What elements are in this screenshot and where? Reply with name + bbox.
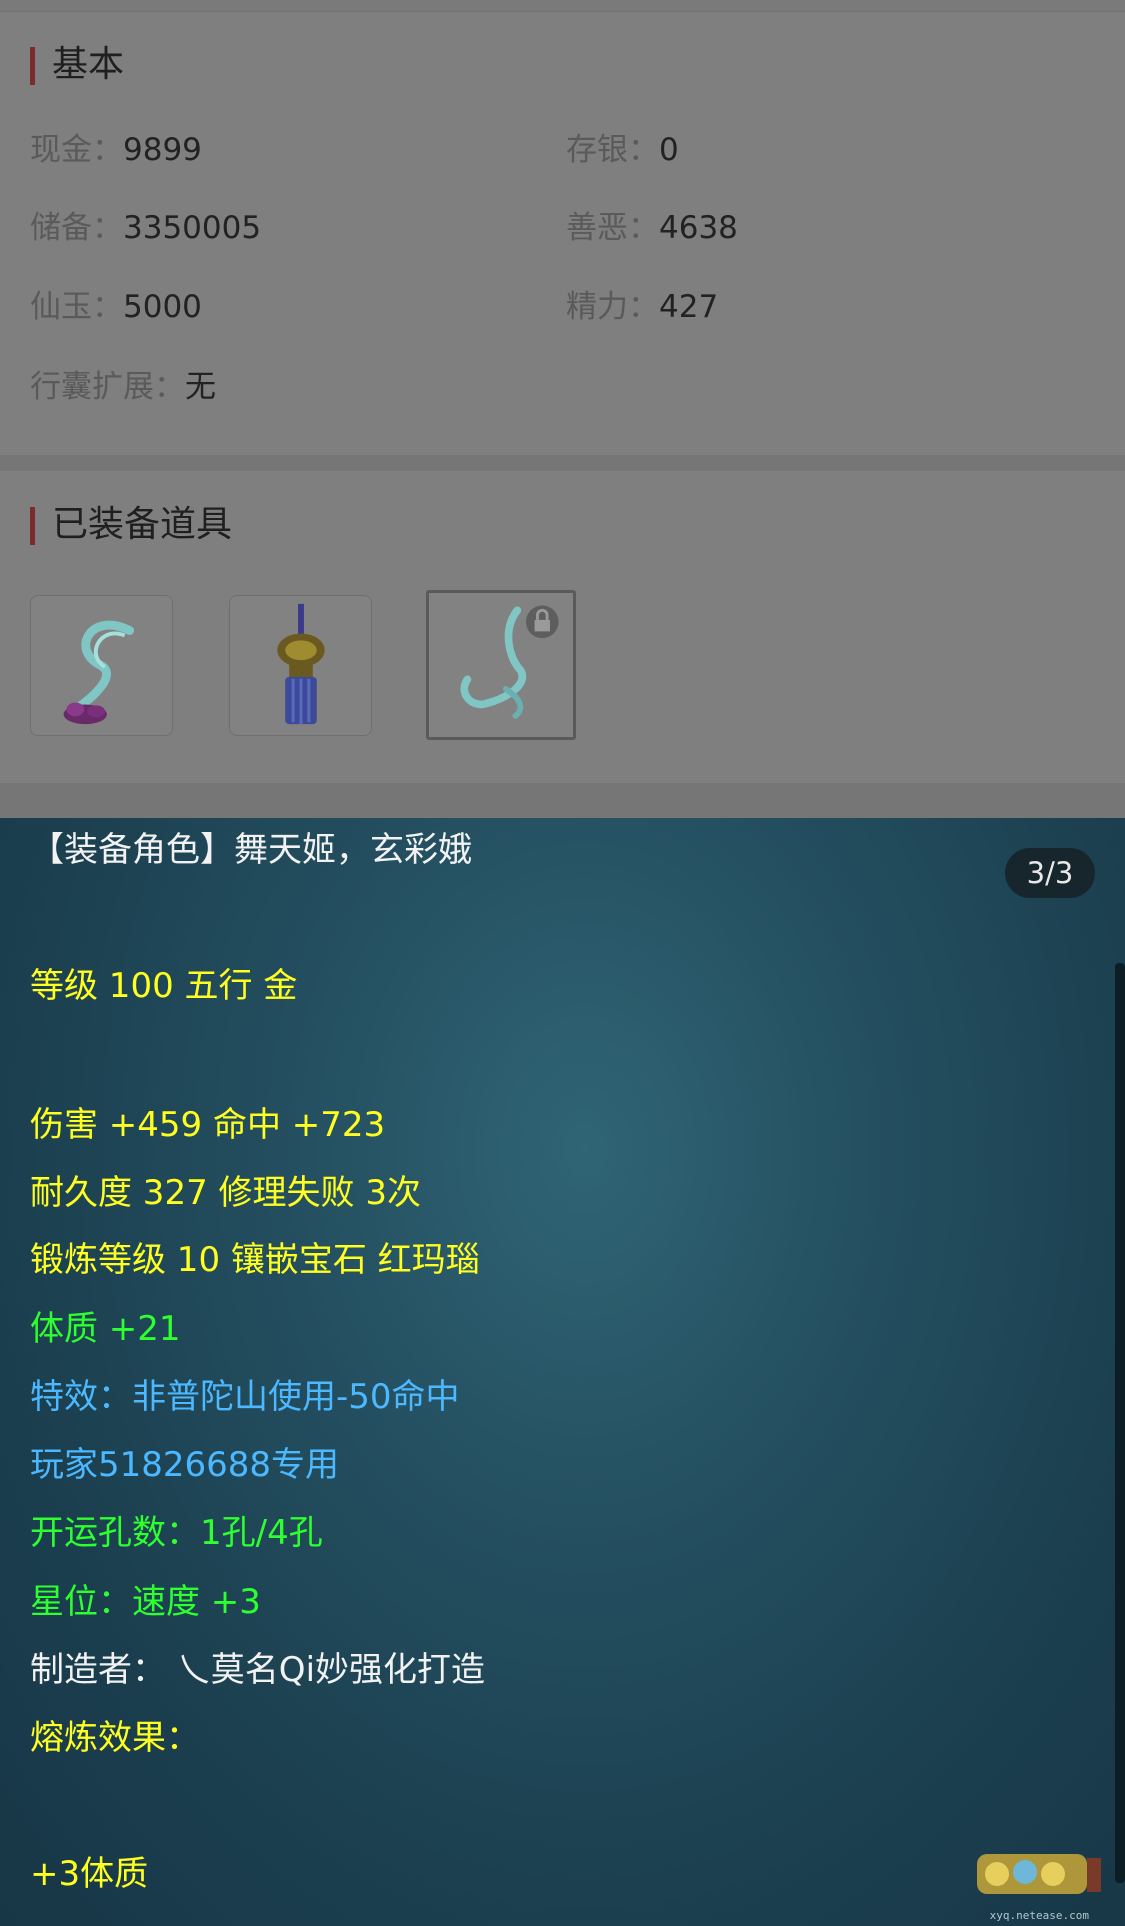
blue-tassel-gold-knot-icon: [277, 603, 325, 725]
level-element-line: 等级 100 五行 金: [30, 966, 298, 1006]
damage-hit-line: 伤害 +459 命中 +723: [30, 1105, 386, 1145]
reserve-field: 储备：3350005: [30, 210, 261, 246]
lucky-slots-line: 开运孔数：1孔/4孔: [30, 1513, 323, 1553]
reserve-label: 储备：: [30, 210, 123, 246]
karma-field: 善恶：4638: [566, 210, 738, 246]
energy-value: 427: [659, 289, 719, 325]
energy-field: 精力：427: [566, 289, 718, 325]
karma-value: 4638: [659, 210, 738, 246]
constitution-line: 体质 +21: [30, 1309, 181, 1349]
section-title-equipped: 已装备道具: [30, 505, 232, 545]
energy-label: 精力：: [566, 289, 659, 325]
maker-line: 制造者： 乀莫名Qi妙强化打造: [30, 1650, 486, 1690]
special-effect-line: 特效：非普陀山使用-50命中: [30, 1377, 460, 1417]
cyan-ribbon-locked-icon: [460, 605, 559, 719]
forum-logo-icon: [977, 1854, 1101, 1894]
forge-gem-line: 锻炼等级 10 镶嵌宝石 红玛瑙: [30, 1240, 480, 1280]
equipped-item-2[interactable]: [229, 595, 372, 736]
cash-label: 现金：: [30, 132, 123, 168]
section-title-basic: 基本: [30, 45, 124, 85]
cash-value: 9899: [123, 132, 202, 168]
player-exclusive-line: 玩家51826688专用: [30, 1445, 340, 1485]
equip-role-line: 【装备角色】舞天姬，玄彩娥: [30, 830, 472, 870]
cash-field: 现金：9899: [30, 132, 202, 168]
bag-expand-field: 行囊扩展：无: [30, 369, 216, 405]
star-position-line: 星位：速度 +3: [30, 1582, 261, 1622]
reserve-value: 3350005: [123, 210, 262, 246]
background-page: 基本 现金：9899 存银：0 储备：3350005 善恶：4638 仙玉：50…: [0, 0, 1125, 818]
jade-value: 5000: [123, 289, 202, 325]
scrollbar[interactable]: [1115, 963, 1125, 1883]
equipped-item-1[interactable]: [30, 595, 173, 736]
karma-label: 善恶：: [566, 210, 659, 246]
smelt-effect-value: +3体质: [30, 1854, 149, 1894]
smelt-effect-label: 熔炼效果：: [30, 1718, 200, 1758]
deposit-field: 存银：0: [566, 132, 679, 168]
section-separator: [0, 455, 1125, 471]
jade-field: 仙玉：5000: [30, 289, 202, 325]
top-divider: [0, 0, 1125, 12]
durability-line: 耐久度 327 修理失败 3次: [30, 1173, 421, 1213]
deposit-value: 0: [659, 132, 679, 168]
jade-label: 仙玉：: [30, 289, 123, 325]
watermark-domain: xyq.netease.com: [989, 1909, 1089, 1922]
item-detail-overlay[interactable]: 3/3 【装备角色】舞天姬，玄彩娥 等级 100 五行 金 伤害 +459 命中…: [0, 818, 1125, 1926]
equipped-item-3[interactable]: [426, 590, 576, 740]
deposit-label: 存银：: [566, 132, 659, 168]
cyan-ribbon-purple-pendant-icon: [63, 620, 135, 725]
bag-expand-label: 行囊扩展：: [30, 369, 185, 405]
bag-expand-value: 无: [185, 369, 216, 405]
section-separator-bottom: [0, 783, 1125, 818]
page-counter-badge: 3/3: [1005, 848, 1095, 898]
